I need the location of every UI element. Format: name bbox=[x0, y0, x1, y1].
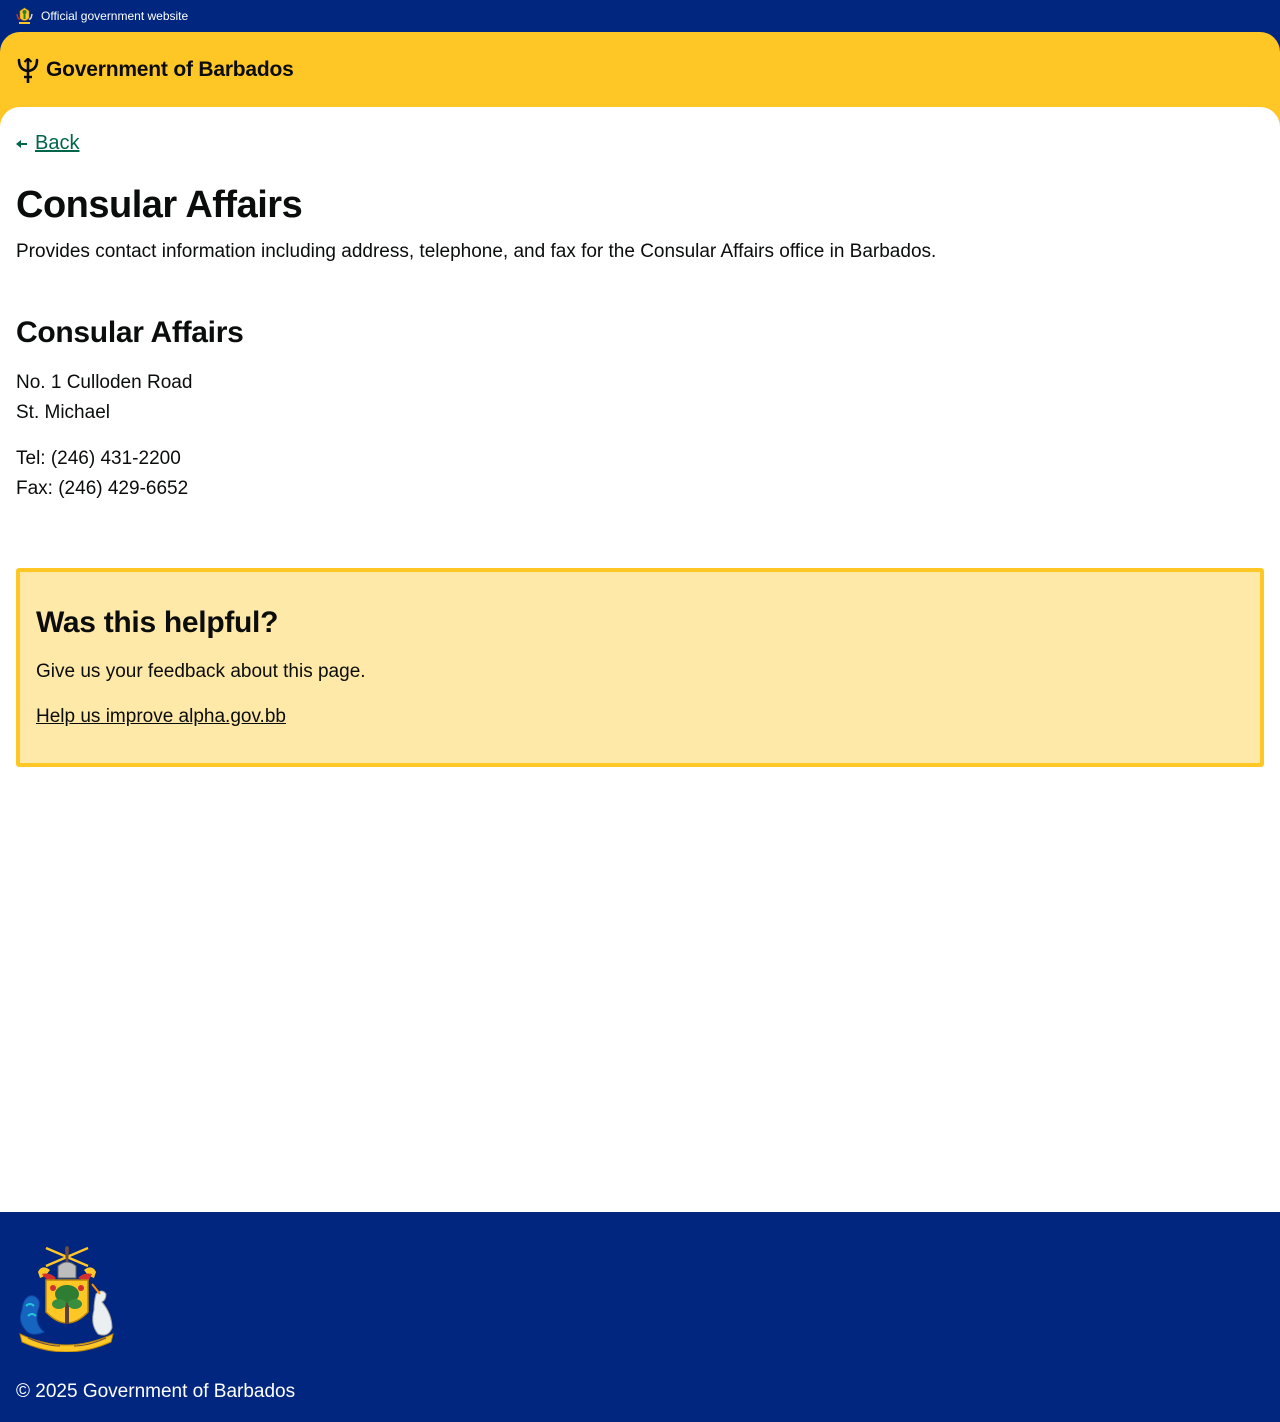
back-link-label[interactable]: Back bbox=[35, 132, 79, 155]
feedback-panel: Was this helpful? Give us your feedback … bbox=[16, 568, 1264, 767]
telephone-number: Tel: (246) 431-2200 bbox=[16, 448, 181, 469]
arrow-left-icon bbox=[16, 139, 27, 148]
back-link[interactable]: Back bbox=[16, 132, 79, 155]
feedback-link[interactable]: Help us improve alpha.gov.bb bbox=[36, 703, 286, 731]
official-website-text: Official government website bbox=[41, 9, 189, 23]
address-line-1: No. 1 Culloden Road bbox=[16, 372, 193, 393]
fax-number: Fax: (246) 429-6652 bbox=[16, 478, 189, 499]
address-line-2: St. Michael bbox=[16, 402, 110, 423]
page-summary: Provides contact information including a… bbox=[16, 241, 937, 262]
trident-icon[interactable] bbox=[16, 57, 40, 84]
main-content: Back Consular Affairs Provides contact i… bbox=[0, 107, 1280, 1212]
office-address: No. 1 Culloden Road St. Michael bbox=[16, 368, 192, 428]
feedback-heading: Was this helpful? bbox=[36, 606, 279, 639]
site-footer: © 2025 Government of Barbados bbox=[0, 1212, 1280, 1422]
copyright-text: © 2025 Government of Barbados bbox=[16, 1381, 296, 1402]
page-title: Consular Affairs bbox=[16, 184, 303, 226]
official-banner: Official government website bbox=[0, 0, 1280, 32]
office-heading: Consular Affairs bbox=[16, 316, 244, 349]
office-contact: Tel: (246) 431-2200 Fax: (246) 429-6652 bbox=[16, 444, 188, 504]
site-name[interactable]: Government of Barbados bbox=[46, 58, 294, 82]
header-underlay: Back Consular Affairs Provides contact i… bbox=[0, 107, 1280, 1212]
barbados-coat-of-arms-icon bbox=[19, 1246, 114, 1352]
barbados-crest-icon bbox=[16, 7, 33, 24]
site-header: Government of Barbados bbox=[0, 32, 1280, 107]
feedback-text: Give us your feedback about this page. bbox=[36, 661, 366, 682]
